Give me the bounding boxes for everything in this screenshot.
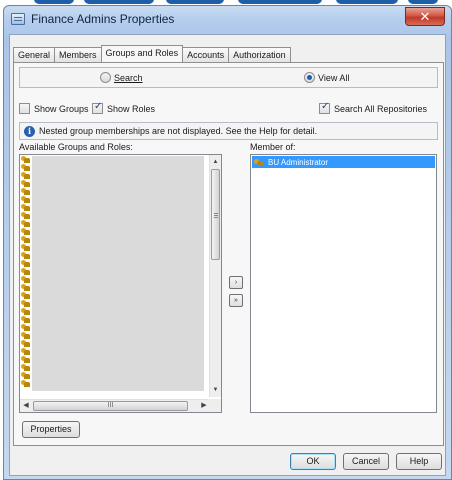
available-vertical-scrollbar[interactable]: ▲ ▼ bbox=[209, 155, 221, 397]
show-groups-label: Show Groups bbox=[34, 103, 89, 114]
close-button[interactable]: ✕ bbox=[405, 7, 445, 26]
properties-dialog: Finance Admins Properties ✕ General Memb… bbox=[3, 5, 452, 480]
group-icon bbox=[21, 172, 30, 179]
group-icon bbox=[21, 292, 30, 299]
group-icon bbox=[21, 380, 30, 387]
search-all-label: Search All Repositories bbox=[334, 103, 428, 114]
add-all-button[interactable]: » bbox=[229, 294, 243, 307]
tab-strip: General Members Groups and Roles Account… bbox=[13, 45, 291, 62]
show-roles-checkbox[interactable]: Show Roles bbox=[92, 101, 156, 114]
scroll-left-arrow-icon[interactable]: ◀ bbox=[20, 400, 32, 412]
group-icon bbox=[21, 188, 30, 195]
group-icon bbox=[21, 236, 30, 243]
group-icon bbox=[21, 196, 30, 203]
cancel-button[interactable]: Cancel bbox=[343, 453, 389, 470]
ok-button[interactable]: OK bbox=[290, 453, 336, 470]
redacted-group-names bbox=[32, 156, 204, 391]
group-icon bbox=[21, 228, 30, 235]
group-icon bbox=[21, 284, 30, 291]
group-icon bbox=[21, 324, 30, 331]
horizontal-scroll-thumb[interactable]: III bbox=[33, 401, 188, 411]
view-all-radio[interactable]: View All bbox=[304, 72, 349, 83]
member-of-list[interactable]: BU Administrator bbox=[250, 154, 437, 413]
group-icon bbox=[21, 268, 30, 275]
group-icon bbox=[21, 204, 30, 211]
search-radio-label: Search bbox=[114, 72, 143, 83]
group-icon bbox=[21, 372, 30, 379]
info-icon: i bbox=[24, 125, 35, 137]
group-icon bbox=[21, 220, 30, 227]
help-button[interactable]: Help bbox=[396, 453, 442, 470]
dialog-title: Finance Admins Properties bbox=[31, 12, 175, 26]
available-horizontal-scrollbar[interactable]: ◀ III ▶ bbox=[20, 399, 210, 412]
add-selected-button[interactable]: › bbox=[229, 276, 243, 289]
title-bar: Finance Admins Properties ✕ bbox=[4, 6, 451, 34]
dialog-app-icon bbox=[11, 13, 25, 25]
groups-and-roles-panel: Search View All Show Groups Show Roles S… bbox=[13, 62, 444, 446]
search-radio[interactable]: Search bbox=[100, 72, 143, 83]
show-groups-checkbox[interactable]: Show Groups bbox=[19, 103, 89, 114]
info-message: Nested group memberships are not display… bbox=[39, 126, 318, 136]
show-roles-label: Show Roles bbox=[107, 103, 156, 114]
group-icon bbox=[21, 340, 30, 347]
group-icon bbox=[21, 244, 30, 251]
search-radio-button[interactable] bbox=[100, 72, 111, 83]
group-icon bbox=[21, 212, 30, 219]
group-icon bbox=[21, 308, 30, 315]
tab-members[interactable]: Members bbox=[54, 47, 102, 62]
dialog-client-area: General Members Groups and Roles Account… bbox=[9, 34, 446, 476]
show-groups-box[interactable] bbox=[19, 103, 30, 114]
available-list-label: Available Groups and Roles: bbox=[19, 142, 133, 152]
mode-radio-group: Search View All bbox=[19, 67, 438, 88]
scroll-down-arrow-icon[interactable]: ▼ bbox=[210, 384, 221, 396]
tab-authorization[interactable]: Authorization bbox=[228, 47, 291, 62]
scroll-up-arrow-icon[interactable]: ▲ bbox=[210, 156, 221, 168]
search-all-box[interactable] bbox=[319, 101, 330, 114]
group-icon bbox=[254, 158, 263, 166]
info-bar: i Nested group memberships are not displ… bbox=[19, 122, 438, 140]
properties-button[interactable]: Properties bbox=[22, 421, 80, 438]
member-of-label: Member of: bbox=[250, 142, 296, 152]
show-roles-box[interactable] bbox=[92, 101, 103, 114]
group-icon bbox=[21, 156, 30, 163]
member-item-label: BU Administrator bbox=[268, 157, 329, 167]
available-group-icons bbox=[21, 156, 31, 388]
tab-accounts[interactable]: Accounts bbox=[182, 47, 230, 62]
group-icon bbox=[21, 300, 30, 307]
group-icon bbox=[21, 316, 30, 323]
group-icon bbox=[21, 164, 30, 171]
vertical-scroll-thumb[interactable] bbox=[211, 169, 220, 260]
member-list-item[interactable]: BU Administrator bbox=[252, 156, 435, 168]
group-icon bbox=[21, 276, 30, 283]
available-groups-list[interactable]: ▲ ▼ ◀ III ▶ bbox=[19, 154, 222, 413]
tab-general[interactable]: General bbox=[13, 47, 56, 62]
group-icon bbox=[21, 364, 30, 371]
group-icon bbox=[21, 260, 30, 267]
view-all-radio-label: View All bbox=[318, 72, 350, 83]
search-all-repositories-checkbox[interactable]: Search All Repositories bbox=[319, 101, 428, 114]
tab-groups-and-roles[interactable]: Groups and Roles bbox=[100, 45, 184, 62]
view-all-radio-button[interactable] bbox=[304, 72, 315, 83]
group-icon bbox=[21, 252, 30, 259]
group-icon bbox=[21, 180, 30, 187]
scrollbar-corner bbox=[208, 399, 221, 412]
group-icon bbox=[21, 348, 30, 355]
group-icon bbox=[21, 356, 30, 363]
group-icon bbox=[21, 332, 30, 339]
